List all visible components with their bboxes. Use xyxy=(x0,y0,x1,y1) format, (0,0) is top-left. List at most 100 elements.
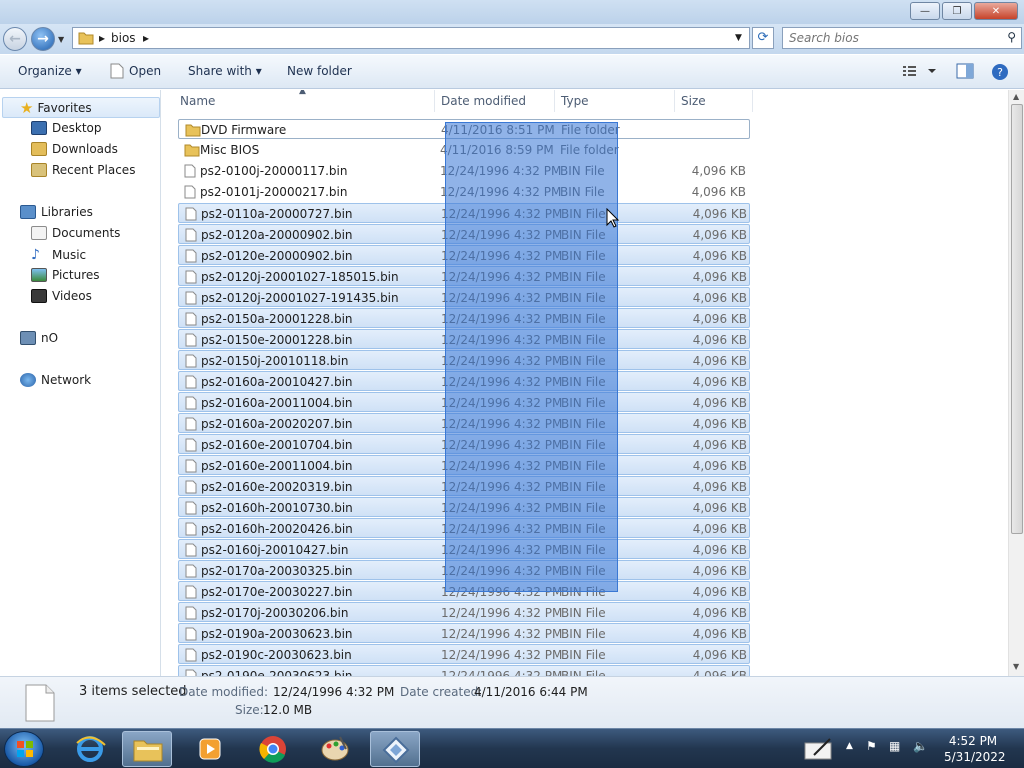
column-header-name[interactable]: Name xyxy=(180,94,215,108)
clock-date[interactable]: 5/31/2022 xyxy=(944,750,1006,764)
file-size: 4,096 KB xyxy=(692,648,747,662)
column-divider[interactable] xyxy=(752,90,753,112)
breadcrumb-bios[interactable]: bios xyxy=(111,31,136,45)
action-center-icon[interactable]: ⚑ xyxy=(866,739,877,753)
date-created-label: Date created: xyxy=(400,685,483,699)
clock-time[interactable]: 4:52 PM xyxy=(944,734,1002,748)
sidebar-item-label: Music xyxy=(52,248,87,262)
refresh-button[interactable]: ⟳ xyxy=(752,27,774,49)
size-value: 12.0 MB xyxy=(263,703,313,717)
new-folder-button[interactable]: New folder xyxy=(287,64,352,78)
file-name: ps2-0190e-20030623.bin xyxy=(201,669,353,676)
search-box[interactable]: ⚲ xyxy=(782,27,1022,49)
open-button[interactable]: Open xyxy=(129,64,161,78)
share-with-button[interactable]: Share with ▾ xyxy=(188,64,262,78)
chrome-button[interactable] xyxy=(248,731,298,767)
file-size: 4,096 KB xyxy=(692,312,747,326)
breadcrumb-separator-icon[interactable]: ▸ xyxy=(143,31,149,45)
taskbar: ▲ ⚑ ▦ 🔈 4:52 PM 5/31/2022 xyxy=(0,728,1024,768)
scroll-down-icon[interactable]: ▼ xyxy=(1013,662,1019,671)
sidebar-item-favorites[interactable]: ★ Favorites xyxy=(20,99,92,117)
volume-icon[interactable]: 🔈 xyxy=(913,739,928,753)
file-icon xyxy=(185,291,197,308)
app-button[interactable] xyxy=(370,731,420,767)
column-divider[interactable] xyxy=(554,90,555,112)
sidebar-item-label: Desktop xyxy=(52,121,102,135)
windows-explorer-icon xyxy=(133,740,163,762)
file-name: Misc BIOS xyxy=(200,143,260,157)
sidebar-item-desktop[interactable]: Desktop xyxy=(31,121,102,135)
close-button[interactable]: ✕ xyxy=(974,2,1018,20)
file-size: 4,096 KB xyxy=(692,459,747,473)
sidebar-item-label: Pictures xyxy=(52,268,100,282)
scroll-up-icon[interactable]: ▲ xyxy=(1013,92,1019,101)
folder-icon xyxy=(185,123,201,140)
preview-pane-icon[interactable] xyxy=(956,63,974,82)
file-name: ps2-0100j-20000117.bin xyxy=(200,164,348,178)
sidebar-item-libraries[interactable]: Libraries xyxy=(20,205,93,219)
sidebar-item-videos[interactable]: Videos xyxy=(31,289,92,303)
file-icon xyxy=(185,648,197,665)
sidebar-item-recent-places[interactable]: Recent Places xyxy=(31,163,135,177)
sidebar-item-music[interactable]: ♪ Music xyxy=(31,247,86,263)
forward-button[interactable]: → xyxy=(31,27,55,51)
search-input[interactable] xyxy=(789,28,989,48)
view-options-icon[interactable] xyxy=(902,63,938,82)
show-hidden-icons-icon[interactable]: ▲ xyxy=(846,741,853,751)
file-date-modified: 12/24/1996 4:32 PM xyxy=(441,627,563,641)
file-name: ps2-0160j-20010427.bin xyxy=(201,543,349,557)
file-name: ps2-0170e-20030227.bin xyxy=(201,585,353,599)
sidebar-item-computer[interactable]: nO xyxy=(20,331,58,345)
downloads-folder-icon xyxy=(31,142,47,156)
sidebar-item-label: Documents xyxy=(52,226,121,240)
file-icon xyxy=(185,585,197,602)
tablet-input-button[interactable] xyxy=(800,731,838,767)
address-bar[interactable]: ▸ bios ▸ ▼ xyxy=(72,27,750,49)
file-size: 4,096 KB xyxy=(692,249,747,263)
recent-pages-dropdown-icon[interactable]: ▼ xyxy=(58,35,64,44)
folder-icon xyxy=(78,32,94,45)
file-size: 4,096 KB xyxy=(692,543,747,557)
file-size: 4,096 KB xyxy=(692,480,747,494)
start-button[interactable] xyxy=(4,731,44,767)
search-icon[interactable]: ⚲ xyxy=(1007,30,1016,44)
minimize-button[interactable]: — xyxy=(910,2,940,20)
app-diamond-icon xyxy=(382,736,410,764)
back-button[interactable]: ← xyxy=(3,27,27,51)
file-name: ps2-0160e-20011004.bin xyxy=(201,459,353,473)
column-divider[interactable] xyxy=(434,90,435,112)
internet-explorer-button[interactable] xyxy=(65,731,115,767)
file-row[interactable]: ps2-0190a-20030623.bin 12/24/1996 4:32 PM… xyxy=(178,623,750,643)
file-row[interactable]: ps2-0190e-20030623.bin 12/24/1996 4:32 PM… xyxy=(178,665,750,676)
sidebar-item-documents[interactable]: Documents xyxy=(31,226,120,240)
paint-button[interactable] xyxy=(310,731,360,767)
maximize-button[interactable]: ❐ xyxy=(942,2,972,20)
help-icon[interactable]: ? xyxy=(991,63,1009,84)
media-player-button[interactable] xyxy=(185,731,235,767)
column-divider[interactable] xyxy=(674,90,675,112)
breadcrumb-separator-icon[interactable]: ▸ xyxy=(99,31,105,45)
file-name: ps2-0160a-20011004.bin xyxy=(201,396,353,410)
file-icon xyxy=(185,375,197,392)
file-size: 4,096 KB xyxy=(692,396,747,410)
file-size: 4,096 KB xyxy=(692,564,747,578)
column-header-size[interactable]: Size xyxy=(681,94,706,108)
column-header-type[interactable]: Type xyxy=(561,94,589,108)
sidebar-item-network[interactable]: Network xyxy=(20,373,91,387)
sidebar-item-downloads[interactable]: Downloads xyxy=(31,142,118,156)
column-header-date-modified[interactable]: Date modified xyxy=(441,94,526,108)
sidebar-item-pictures[interactable]: Pictures xyxy=(31,268,100,282)
file-row[interactable]: ps2-0170j-20030206.bin 12/24/1996 4:32 PM… xyxy=(178,602,750,622)
file-icon xyxy=(185,333,197,350)
file-row[interactable]: ps2-0190c-20030623.bin 12/24/1996 4:32 PM… xyxy=(178,644,750,664)
scrollbar-thumb[interactable] xyxy=(1011,104,1023,534)
file-name: ps2-0160h-20010730.bin xyxy=(201,501,353,515)
address-dropdown-icon[interactable]: ▼ xyxy=(735,33,742,43)
windows-explorer-button[interactable] xyxy=(122,731,172,767)
sidebar-item-label: Favorites xyxy=(37,101,92,115)
network-status-icon[interactable]: ▦ xyxy=(889,739,900,753)
organize-button[interactable]: Organize ▾ xyxy=(18,64,82,78)
vertical-scrollbar[interactable]: ▲ ▼ xyxy=(1008,90,1024,676)
file-icon xyxy=(185,270,197,287)
file-icon xyxy=(185,438,197,455)
